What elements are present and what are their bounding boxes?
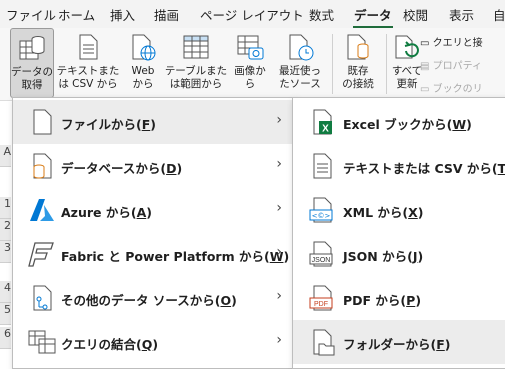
chevron-right-icon: › — [276, 200, 282, 216]
get-data-menu: ファイルから(F) › データベースから(D) › Azure から(A) › — [12, 97, 295, 369]
menu-item-label: テキストまたは CSV から(T) — [343, 161, 505, 176]
get-data-icon — [17, 33, 47, 63]
row-header[interactable]: 4 — [0, 281, 11, 303]
queries-icon: ▭ — [420, 38, 433, 49]
menu-item-from-xml[interactable]: <©> XML から(X) — [293, 188, 505, 232]
from-web-label: Web から — [131, 65, 155, 90]
text-file-icon — [73, 32, 103, 62]
menu-item-from-fabric-power-platform[interactable]: Fabric と Power Platform から(W) › — [13, 232, 294, 276]
from-image-button[interactable]: 画像か ら — [228, 28, 272, 98]
pdf-icon: PDF — [307, 283, 337, 313]
row-header[interactable]: 3 — [0, 241, 11, 263]
xml-glyph: <©> — [312, 212, 331, 220]
menu-item-label: ファイルから(F) — [61, 117, 156, 132]
chevron-right-icon: › — [276, 156, 282, 172]
image-icon — [235, 32, 265, 62]
web-icon — [128, 32, 158, 62]
menu-item-from-json[interactable]: JSON JSON から(J) — [293, 232, 505, 276]
menu-item-label: データベースから(D) — [61, 161, 183, 176]
chevron-right-icon: › — [276, 112, 282, 128]
from-text-csv-button[interactable]: テキストまた は CSV から — [56, 28, 120, 98]
folder-icon — [307, 327, 337, 357]
pdf-glyph: PDF — [314, 301, 328, 308]
get-data-label: データの 取得 — [11, 66, 53, 91]
recent-sources-label: 最近使っ たソース — [279, 65, 321, 90]
properties-icon: ▤ — [420, 61, 433, 72]
ribbon-tab-bar: ファイル ホーム 挿入 描画 ページ レイアウト 数式 データ 校閲 表示 自 — [0, 0, 505, 29]
workbook-links-button[interactable]: ▭ ブックのリ — [420, 80, 483, 95]
menu-item-from-other-sources[interactable]: その他のデータ ソースから(O) › — [13, 276, 294, 320]
from-text-csv-label: テキストまた は CSV から — [56, 65, 120, 90]
json-glyph: JSON — [312, 257, 331, 264]
tab-data[interactable]: データ — [353, 5, 393, 29]
file-icon — [27, 107, 57, 137]
menu-item-label: Fabric と Power Platform から(W) — [61, 249, 290, 264]
menu-item-from-azure[interactable]: Azure から(A) › — [13, 188, 294, 232]
other-sources-icon — [27, 283, 57, 313]
menu-item-label: フォルダーから(F) — [343, 337, 451, 352]
menu-item-from-excel-workbook[interactable]: X Excel ブックから(W) — [293, 100, 505, 144]
chevron-right-icon: › — [276, 244, 282, 260]
queries-connections-button[interactable]: ▭ クエリと接 — [420, 34, 483, 49]
tab-formulas[interactable]: 数式 — [309, 5, 334, 24]
menu-item-from-pdf[interactable]: PDF PDF から(P) — [293, 276, 505, 320]
recent-sources-icon — [285, 32, 315, 62]
fabric-icon — [27, 239, 57, 269]
tab-insert[interactable]: 挿入 — [110, 5, 135, 24]
menu-item-from-file[interactable]: ファイルから(F) › — [13, 100, 294, 144]
refresh-all-button[interactable]: すべて 更新 — [390, 28, 424, 98]
excel-workbook-icon: X — [307, 107, 337, 137]
from-table-range-label: テーブルまた は範囲から — [164, 65, 228, 90]
tab-view[interactable]: 表示 — [449, 5, 474, 24]
menu-item-label: Azure から(A) — [61, 205, 152, 220]
ribbon-separator — [386, 34, 387, 94]
menu-item-label: その他のデータ ソースから(O) — [61, 293, 237, 308]
chevron-right-icon: › — [276, 288, 282, 304]
row-header[interactable]: 5 — [0, 303, 11, 325]
get-data-button[interactable]: データの 取得 — [10, 28, 54, 98]
menu-item-label: JSON から(J) — [343, 249, 424, 264]
azure-icon — [27, 195, 57, 225]
refresh-icon — [392, 32, 422, 62]
combine-queries-icon — [27, 327, 57, 357]
existing-connections-icon — [343, 32, 373, 62]
chevron-right-icon: › — [276, 332, 282, 348]
tab-page-layout[interactable]: ページ レイアウト — [200, 5, 304, 24]
menu-item-from-text-csv[interactable]: テキストまたは CSV から(T) — [293, 144, 505, 188]
existing-connections-button[interactable]: 既存 の接続 — [336, 28, 380, 98]
ribbon: データの 取得 テキストまた は CSV から Web から テーブルまた は範… — [0, 28, 505, 101]
row-header[interactable]: 1 — [0, 197, 11, 219]
database-icon — [27, 151, 57, 181]
row-header[interactable]: 6 — [0, 327, 11, 349]
menu-item-label: Excel ブックから(W) — [343, 117, 472, 132]
menu-item-label: XML から(X) — [343, 205, 424, 220]
from-table-range-button[interactable]: テーブルまた は範囲から — [164, 28, 228, 98]
menu-item-from-database[interactable]: データベースから(D) › — [13, 144, 294, 188]
menu-item-from-folder[interactable]: フォルダーから(F) — [293, 320, 505, 364]
menu-item-label: クエリの結合(Q) — [61, 337, 159, 352]
row-header[interactable]: A — [0, 145, 11, 167]
table-icon — [181, 32, 211, 62]
from-image-label: 画像か ら — [234, 65, 266, 90]
from-web-button[interactable]: Web から — [122, 28, 164, 98]
links-icon: ▭ — [420, 84, 433, 95]
excel-x-glyph: X — [322, 124, 329, 135]
menu-item-label: PDF から(P) — [343, 293, 422, 308]
xml-icon: <©> — [307, 195, 337, 225]
recent-sources-button[interactable]: 最近使っ たソース — [272, 28, 328, 98]
ribbon-separator — [332, 34, 333, 94]
json-icon: JSON — [307, 239, 337, 269]
row-header[interactable]: 2 — [0, 219, 11, 241]
properties-button[interactable]: ▤ プロパティ — [420, 57, 482, 72]
text-file-icon — [307, 151, 337, 181]
refresh-all-label: すべて 更新 — [391, 65, 423, 90]
from-file-submenu: X Excel ブックから(W) テキストまたは CSV から(T) <©> X… — [292, 97, 505, 369]
tab-home[interactable]: ホーム — [58, 5, 95, 24]
tab-draw[interactable]: 描画 — [154, 5, 179, 24]
tab-review[interactable]: 校閲 — [403, 5, 428, 24]
menu-item-combine-queries[interactable]: クエリの結合(Q) › — [13, 320, 294, 364]
existing-connections-label: 既存 の接続 — [342, 65, 374, 90]
tab-more[interactable]: 自 — [493, 5, 505, 24]
tab-file[interactable]: ファイル — [6, 5, 56, 24]
